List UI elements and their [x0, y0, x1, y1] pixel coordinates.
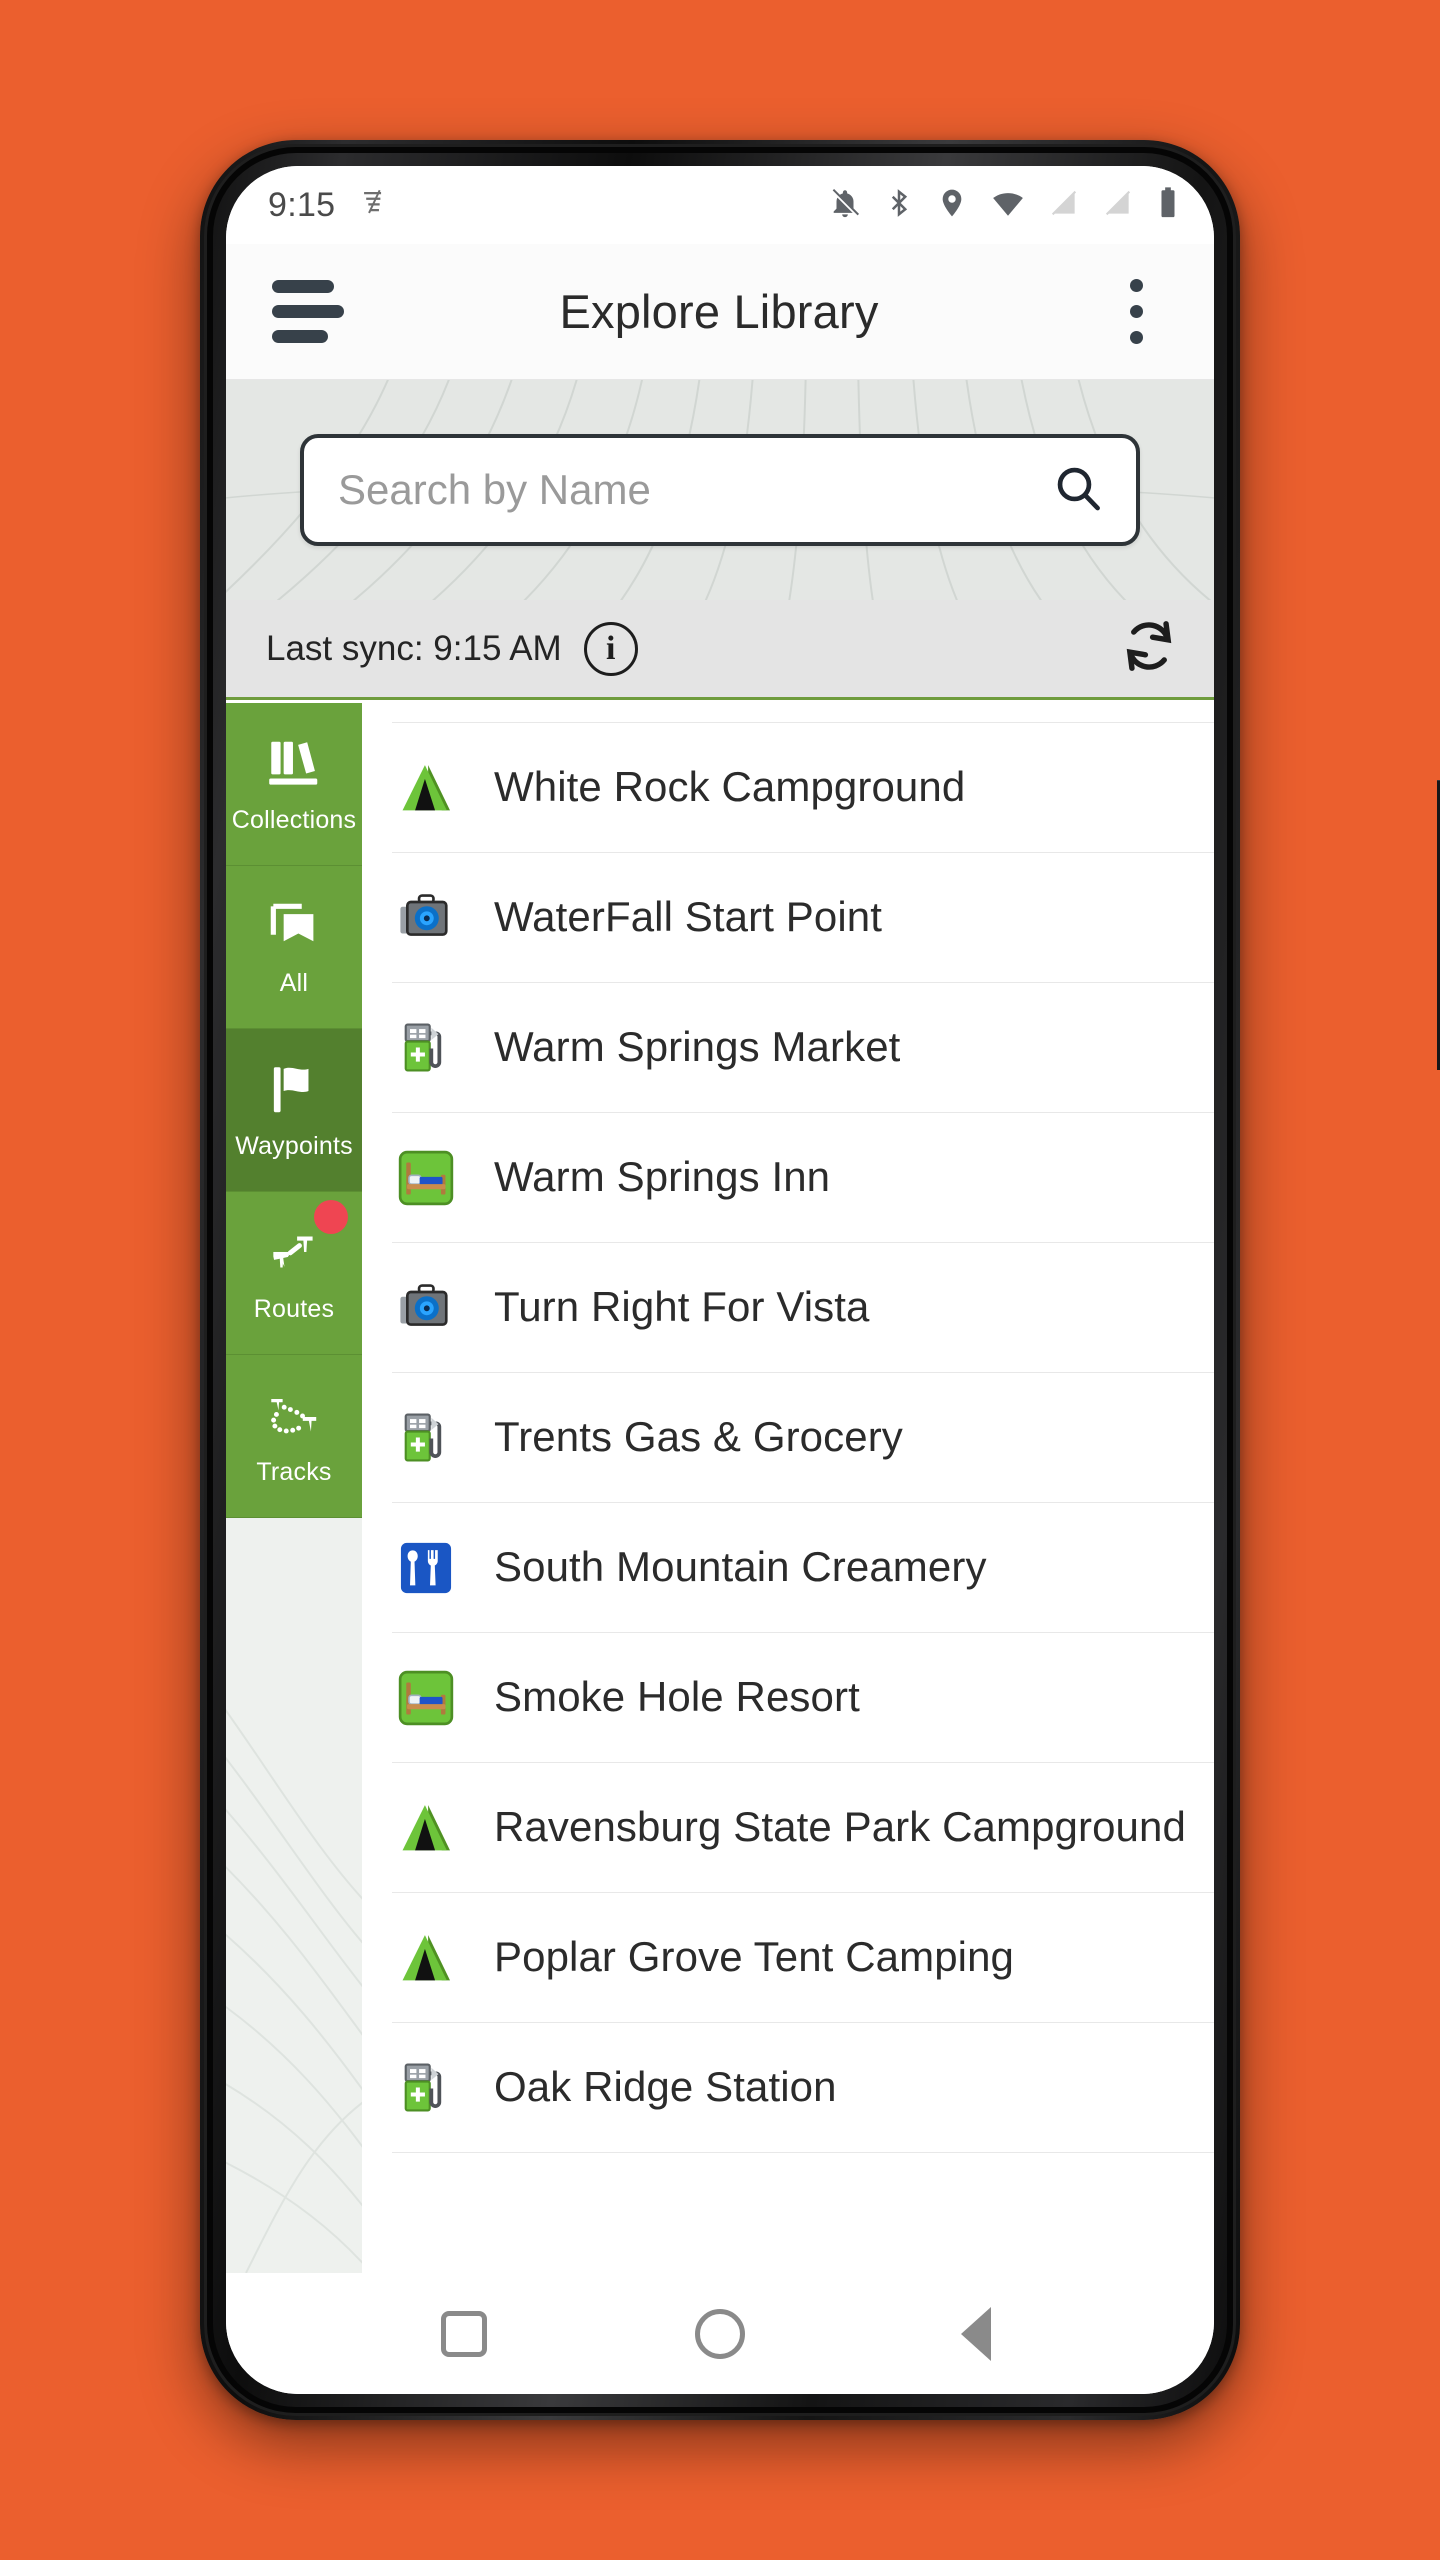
- sim-card-off-1-icon: [1048, 186, 1080, 225]
- campground-tent-icon: [392, 1924, 460, 1992]
- square-icon: [441, 2310, 487, 2357]
- content-area: Collections All Waypoints Routes Tracks …: [226, 703, 1214, 2273]
- list-item[interactable]: White Rock Campground: [392, 723, 1214, 853]
- restaurant-icon: [392, 1534, 460, 1602]
- triangle-back-icon: [961, 2306, 991, 2361]
- list-item-label: WaterFall Start Point: [494, 893, 882, 941]
- list-item-label: Turn Right For Vista: [494, 1283, 870, 1331]
- list-item-label: South Mountain Creamery: [494, 1543, 987, 1591]
- campground-tent-icon: [392, 1794, 460, 1862]
- list-item-label: Oak Ridge Station: [494, 2063, 837, 2111]
- battery-full-icon: [1156, 186, 1180, 225]
- overflow-menu-icon[interactable]: [1088, 279, 1184, 344]
- lodging-bed-icon: [392, 1144, 460, 1212]
- sidebar-item-waypoints[interactable]: Waypoints: [226, 1029, 362, 1192]
- info-icon[interactable]: i: [583, 621, 638, 676]
- list-item-label: White Rock Campground: [494, 763, 966, 811]
- sidebar-item-tracks[interactable]: Tracks: [226, 1355, 362, 1518]
- screen: 9:15 Explore Library Search by Name Last…: [0, 0, 1440, 2560]
- list-item-label: Warm Springs Market: [494, 1023, 901, 1071]
- wifi-calling-icon: [357, 186, 391, 225]
- circle-icon: [695, 2308, 745, 2359]
- search-box[interactable]: [300, 434, 1140, 546]
- recents-button[interactable]: [434, 2304, 494, 2364]
- list-item-label: Smoke Hole Resort: [494, 1673, 860, 1721]
- android-nav-bar: [226, 2273, 1214, 2394]
- list-row-partial: [392, 703, 1214, 723]
- flag-icon: [263, 1059, 325, 1126]
- search-icon[interactable]: [1050, 460, 1106, 521]
- hamburger-line-2: [272, 305, 344, 318]
- app-bar: Explore Library: [226, 244, 1214, 380]
- camera-icon: [392, 1274, 460, 1342]
- hamburger-line-3: [272, 330, 328, 343]
- waypoint-list[interactable]: White Rock Campground WaterFall Start Po…: [362, 703, 1214, 2273]
- page-title: Explore Library: [559, 285, 879, 338]
- status-bar-left: 9:15: [268, 186, 391, 225]
- phone-screen: 9:15 Explore Library Search by Name Last…: [226, 166, 1214, 2394]
- gas-station-icon: [392, 1014, 460, 1082]
- search-header: [226, 380, 1214, 600]
- sidebar-item-label-waypoints: Waypoints: [235, 1132, 353, 1160]
- sidebar-item-label-routes: Routes: [253, 1295, 335, 1323]
- status-bar-right: [828, 186, 1180, 225]
- lodging-bed-icon: [392, 1664, 460, 1732]
- sync-status: Last sync: 9:15 AM i: [266, 621, 638, 676]
- sidebar-item-collections[interactable]: Collections: [226, 703, 362, 866]
- route-pins-icon: [263, 1222, 325, 1289]
- list-item[interactable]: Warm Springs Market: [392, 983, 1214, 1113]
- bookmark-stack-icon: [263, 896, 325, 963]
- list-item[interactable]: Smoke Hole Resort: [392, 1633, 1214, 1763]
- list-item[interactable]: Poplar Grove Tent Camping: [392, 1893, 1214, 2023]
- list-item-label: Warm Springs Inn: [494, 1153, 831, 1201]
- overflow-dot-3: [1129, 331, 1143, 344]
- sidebar-item-routes[interactable]: Routes: [226, 1192, 362, 1355]
- list-item[interactable]: Turn Right For Vista: [392, 1243, 1214, 1373]
- list-item-label: Trents Gas & Grocery: [494, 1413, 903, 1461]
- refresh-icon[interactable]: [1118, 615, 1180, 682]
- list-item[interactable]: Warm Springs Inn: [392, 1113, 1214, 1243]
- status-bar: 9:15: [226, 166, 1214, 244]
- camera-icon: [392, 884, 460, 952]
- list-item[interactable]: WaterFall Start Point: [392, 853, 1214, 983]
- back-button[interactable]: [946, 2304, 1006, 2364]
- books-icon: [263, 733, 325, 800]
- gas-station-icon: [392, 2054, 460, 2122]
- gas-station-icon: [392, 1404, 460, 1472]
- status-time: 9:15: [268, 185, 336, 224]
- list-item[interactable]: Trents Gas & Grocery: [392, 1373, 1214, 1503]
- sidebar-item-label-tracks: Tracks: [256, 1458, 332, 1486]
- track-dots-icon: [263, 1385, 325, 1452]
- overflow-dot-2: [1129, 305, 1143, 318]
- notifications-off-icon: [828, 186, 862, 225]
- home-button[interactable]: [690, 2304, 750, 2364]
- sim-card-off-2-icon: [1102, 186, 1134, 225]
- sidebar-item-label-all: All: [279, 969, 309, 997]
- last-sync-text: Last sync: 9:15 AM: [266, 628, 562, 668]
- category-sidebar: Collections All Waypoints Routes Tracks: [226, 703, 362, 2273]
- search-input[interactable]: [338, 466, 1050, 514]
- list-item[interactable]: South Mountain Creamery: [392, 1503, 1214, 1633]
- sidebar-item-all[interactable]: All: [226, 866, 362, 1029]
- list-item[interactable]: Ravensburg State Park Campground: [392, 1763, 1214, 1893]
- sidebar-item-label-collections: Collections: [231, 806, 357, 834]
- list-item-label: Poplar Grove Tent Camping: [494, 1933, 1014, 1981]
- list-item-label: Ravensburg State Park Campground: [494, 1803, 1186, 1851]
- sync-bar: Last sync: 9:15 AM i: [226, 600, 1214, 700]
- hamburger-line-1: [272, 280, 334, 293]
- list-item[interactable]: Oak Ridge Station: [392, 2023, 1214, 2153]
- bluetooth-icon: [884, 186, 914, 225]
- status-badge-routes: [314, 1200, 348, 1234]
- phone-frame: 9:15 Explore Library Search by Name Last…: [200, 140, 1440, 2420]
- wifi-icon: [990, 186, 1026, 225]
- campground-tent-icon: [392, 754, 460, 822]
- location-icon: [936, 186, 968, 225]
- overflow-dot-1: [1129, 279, 1143, 292]
